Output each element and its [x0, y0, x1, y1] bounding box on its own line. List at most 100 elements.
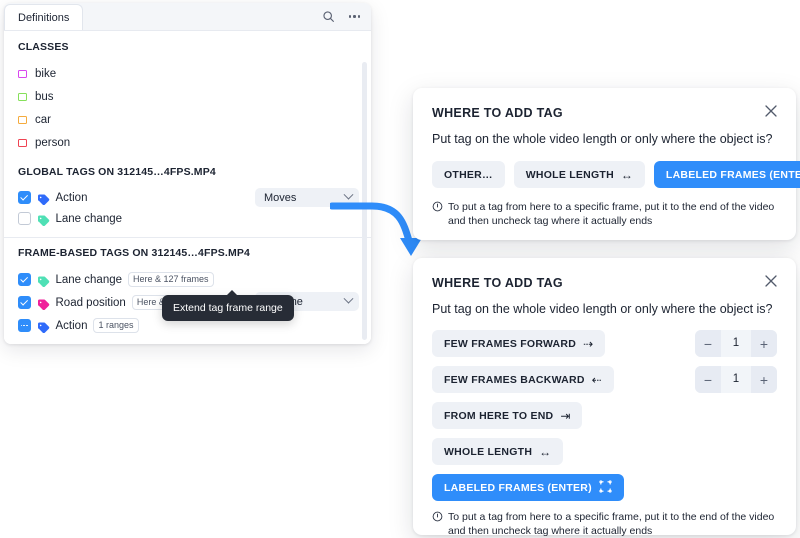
tag-name: Road position	[55, 296, 126, 309]
option-row-labeled-frames: LABELED FRAMES (ENTER)	[432, 474, 777, 501]
arrow-forward-icon: ⇢	[583, 336, 594, 351]
where-to-add-tag-dialog-expanded: WHERE TO ADD TAG Put tag on the whole vi…	[413, 258, 796, 538]
stepper-minus-button[interactable]: −	[695, 330, 721, 357]
stepper-plus-button[interactable]: +	[751, 366, 777, 393]
labeled-frames-label: LABELED FRAMES (ENTER)	[444, 481, 592, 494]
tag-name: Action	[55, 191, 88, 204]
dialog-note-text: To put a tag from here to a specific fra…	[448, 201, 775, 228]
panel-tabbar-actions	[321, 3, 362, 30]
stepper-value[interactable]: 1	[721, 330, 751, 357]
tag-icon	[37, 297, 50, 311]
dialog-note-text: To put a tag from here to a specific fra…	[448, 511, 775, 538]
dialog-title: WHERE TO ADD TAG	[432, 106, 563, 120]
few-frames-backward-label: FEW FRAMES BACKWARD	[444, 373, 585, 386]
tag-checkbox[interactable]	[18, 296, 31, 309]
stepper-value[interactable]: 1	[721, 366, 751, 393]
global-tag-row-action[interactable]: Action Moves	[18, 187, 359, 208]
tag-checkbox[interactable]	[18, 319, 31, 332]
option-row-few-frames-forward: FEW FRAMES FORWARD ⇢ − 1 +	[432, 330, 777, 357]
few-frames-backward-button[interactable]: FEW FRAMES BACKWARD ⇠	[432, 366, 614, 393]
other-button-label: OTHER…	[444, 168, 493, 181]
class-color-swatch	[18, 69, 27, 78]
classes-section-title: CLASSES	[18, 41, 69, 53]
tag-name: Lane change	[55, 212, 123, 225]
dialog-button-row: OTHER… WHOLE LENGTH ↔ LABELED FRAMES (EN…	[432, 161, 800, 188]
class-item-person[interactable]: person	[18, 131, 359, 154]
search-icon[interactable]	[321, 9, 336, 24]
chevron-down-icon	[343, 189, 354, 200]
frame-tag-row-lane-change[interactable]: Lane change Here & 127 frames	[18, 268, 359, 291]
frame-tags-section-title: FRAME-BASED TAGS ON 312145…4FPS.MP4	[18, 247, 251, 259]
few-frames-backward-stepper[interactable]: − 1 +	[695, 366, 777, 393]
whole-length-label: WHOLE LENGTH	[444, 445, 533, 458]
tag-value-select-moves[interactable]: Moves	[255, 188, 359, 207]
frame-range-badge[interactable]: Here & 127 frames	[128, 272, 214, 287]
tag-icon	[37, 320, 50, 334]
stepper-minus-button[interactable]: −	[695, 366, 721, 393]
class-color-swatch	[18, 138, 27, 147]
tag-name: Action	[55, 319, 88, 332]
tab-definitions[interactable]: Definitions	[4, 4, 84, 31]
few-frames-forward-stepper[interactable]: − 1 +	[695, 330, 777, 357]
few-frames-forward-button[interactable]: FEW FRAMES FORWARD ⇢	[432, 330, 606, 357]
info-icon	[432, 511, 443, 538]
tag-checkbox[interactable]	[18, 191, 31, 204]
dialog-title: WHERE TO ADD TAG	[432, 276, 563, 290]
dialog-question: Put tag on the whole video length or onl…	[432, 302, 773, 316]
class-label: bike	[35, 67, 57, 80]
whole-length-button-label: WHOLE LENGTH	[525, 168, 614, 181]
ranges-badge[interactable]: 1 ranges	[93, 318, 139, 333]
class-item-bike[interactable]: bike	[18, 62, 359, 85]
panel-tabbar: Definitions	[4, 3, 371, 31]
tag-name: Lane change	[55, 273, 123, 286]
tooltip-extend-tag-frame-range: Extend tag frame range	[162, 290, 294, 321]
stepper-plus-button[interactable]: +	[751, 330, 777, 357]
panel-scrollbar[interactable]	[362, 62, 367, 340]
dialog-note: To put a tag from here to a specific fra…	[432, 200, 777, 229]
tag-checkbox[interactable]	[18, 273, 31, 286]
close-icon[interactable]	[764, 104, 779, 119]
arrow-to-end-icon: ⇥	[560, 408, 571, 423]
left-right-arrow-icon: ↔	[620, 167, 633, 182]
class-item-car[interactable]: car	[18, 108, 359, 131]
info-icon	[432, 201, 443, 229]
global-tag-row-lane-change[interactable]: Lane change	[18, 208, 359, 229]
bounding-box-icon	[599, 479, 612, 496]
tag-icon	[37, 274, 50, 288]
tag-value-text: Moves	[264, 191, 297, 204]
arrow-backward-icon: ⇠	[591, 372, 602, 387]
from-here-to-end-button[interactable]: FROM HERE TO END ⇥	[432, 402, 583, 429]
where-to-add-tag-dialog-compact: WHERE TO ADD TAG Put tag on the whole vi…	[413, 88, 800, 240]
dialog-options-stack: FEW FRAMES FORWARD ⇢ − 1 + FEW FRAMES BA…	[432, 330, 777, 501]
labeled-frames-button[interactable]: LABELED FRAMES (ENTER)	[432, 474, 624, 501]
dialog-note: To put a tag from here to a specific fra…	[432, 510, 777, 538]
dialog-question: Put tag on the whole video length or onl…	[432, 132, 773, 146]
option-row-from-here-to-end: FROM HERE TO END ⇥	[432, 402, 777, 429]
few-frames-forward-label: FEW FRAMES FORWARD	[444, 337, 577, 350]
chevron-down-icon	[343, 293, 354, 304]
tab-definitions-label: Definitions	[18, 12, 70, 24]
labeled-frames-button[interactable]: LABELED FRAMES (ENTER)	[653, 161, 800, 188]
tag-checkbox[interactable]	[18, 212, 31, 225]
screenshot-root: Definitions CLASSES bike bus car person …	[0, 0, 800, 538]
from-here-to-end-label: FROM HERE TO END	[444, 409, 554, 422]
class-label: person	[35, 136, 71, 149]
close-icon[interactable]	[764, 274, 779, 289]
class-label: bus	[35, 90, 54, 103]
tag-icon	[37, 213, 50, 227]
class-label: car	[35, 113, 51, 126]
definitions-panel: Definitions CLASSES bike bus car person …	[4, 3, 371, 344]
more-options-icon[interactable]	[347, 9, 362, 24]
option-row-whole-length: WHOLE LENGTH ↔	[432, 438, 777, 465]
other-button[interactable]: OTHER…	[432, 161, 505, 188]
left-right-arrow-icon: ↔	[539, 444, 552, 459]
class-color-swatch	[18, 92, 27, 101]
tag-icon	[37, 192, 50, 206]
option-row-few-frames-backward: FEW FRAMES BACKWARD ⇠ − 1 +	[432, 366, 777, 393]
whole-length-button[interactable]: WHOLE LENGTH ↔	[432, 438, 564, 465]
labeled-frames-button-label: LABELED FRAMES (ENTER)	[665, 168, 800, 181]
whole-length-button[interactable]: WHOLE LENGTH ↔	[513, 161, 645, 188]
global-tags-section-title: GLOBAL TAGS ON 312145…4FPS.MP4	[18, 166, 216, 178]
class-item-bus[interactable]: bus	[18, 85, 359, 108]
section-divider	[4, 237, 371, 238]
